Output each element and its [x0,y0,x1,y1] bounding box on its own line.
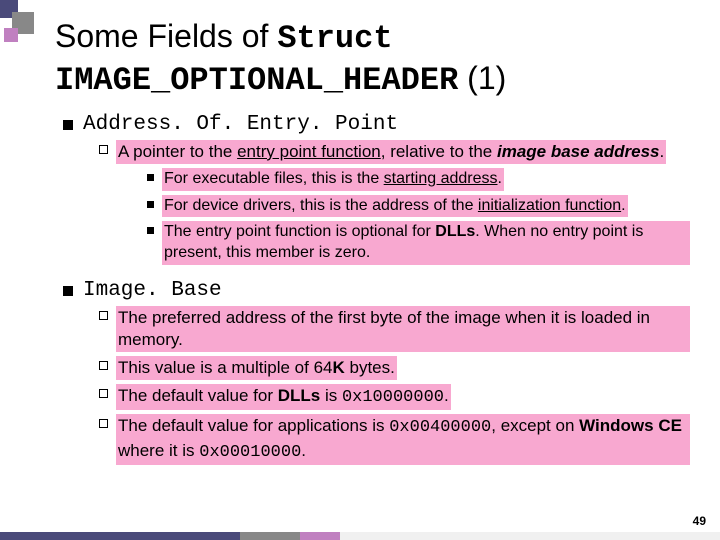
sub-item-text: For device drivers, this is the address … [162,195,628,218]
list-item-text: A pointer to the entry point function, r… [116,140,666,164]
bullet-icon [63,286,73,296]
sub-item: The entry point function is optional for… [147,221,690,265]
list-item: A pointer to the entry point function, r… [99,140,690,164]
bullet-small-icon [147,201,154,208]
title-text: Some Fields of [55,18,277,54]
bullet-small-icon [147,174,154,181]
section-heading-text: Address. Of. Entry. Point [83,113,398,136]
sub-item-text: The entry point function is optional for… [162,221,690,265]
slide-title-line1: Some Fields of Struct [55,18,690,58]
section-heading: Address. Of. Entry. Point [63,113,690,136]
title-code1: Struct [277,20,392,57]
title-code2: IMAGE_OPTIONAL_HEADER [55,62,458,99]
bullet-open-icon [99,361,108,370]
page-number: 49 [693,514,706,528]
list-item-text: The preferred address of the first byte … [116,306,690,352]
list-item: The default value for applications is 0x… [99,414,690,464]
slide-body: Some Fields of Struct IMAGE_OPTIONAL_HEA… [0,0,720,465]
bullet-open-icon [99,311,108,320]
slide-title-line2: IMAGE_OPTIONAL_HEADER (1) [55,60,690,99]
list-item-text: The default value for applications is 0x… [116,414,690,464]
list-item: This value is a multiple of 64K bytes. [99,356,690,380]
list-item: The default value for DLLs is 0x10000000… [99,384,690,410]
bullet-open-icon [99,145,108,154]
sub-item: For executable files, this is the starti… [147,168,690,191]
footer-decoration [0,532,720,540]
title-suffix: (1) [458,60,506,96]
sub-item: For device drivers, this is the address … [147,195,690,218]
bullet-icon [63,120,73,130]
bullet-open-icon [99,389,108,398]
bullet-small-icon [147,227,154,234]
section-heading-text: Image. Base [83,279,222,302]
bullet-open-icon [99,419,108,428]
corner-decoration [0,0,50,60]
list-item-text: This value is a multiple of 64K bytes. [116,356,397,380]
section-heading: Image. Base [63,279,690,302]
sub-item-text: For executable files, this is the starti… [162,168,504,191]
list-item-text: The default value for DLLs is 0x10000000… [116,384,451,410]
list-item: The preferred address of the first byte … [99,306,690,352]
